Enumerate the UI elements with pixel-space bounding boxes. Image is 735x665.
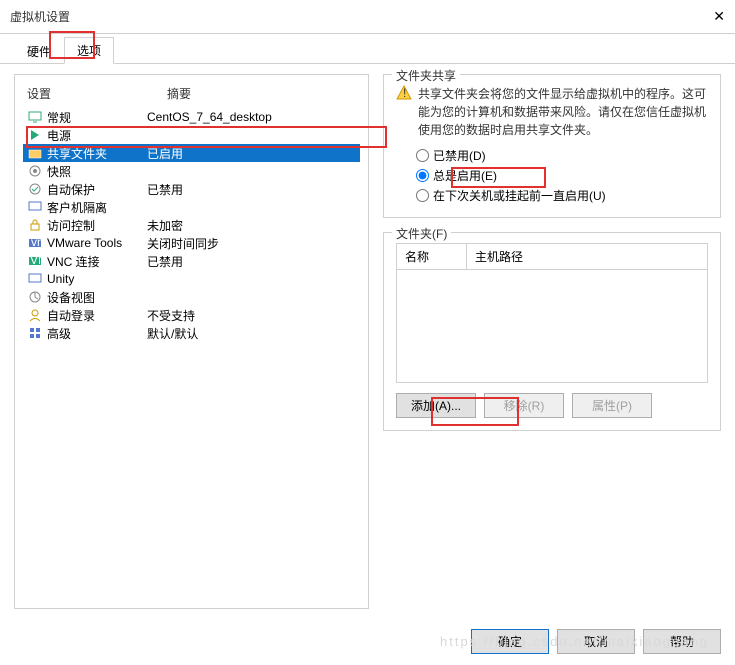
autologin-icon — [27, 307, 43, 323]
settings-list-pane: 设置 摘要 常规 CentOS_7_64_desktop 电源 共享文件夹 已启… — [14, 74, 369, 609]
unity-icon — [27, 271, 43, 287]
radio-until-poweroff[interactable]: 在下次关机或挂起前一直启用(U) — [416, 185, 708, 205]
item-label: VMware Tools — [47, 236, 122, 250]
column-summary: 摘要 — [167, 85, 191, 102]
list-item[interactable]: 自动保护 已禁用 — [23, 180, 360, 198]
item-label: 设备视图 — [47, 289, 95, 306]
item-label: 共享文件夹 — [47, 145, 107, 162]
item-summary: 已禁用 — [147, 253, 356, 270]
item-label: 电源 — [47, 127, 71, 144]
warning-icon: ! — [396, 85, 412, 101]
share-legend: 文件夹共享 — [392, 67, 460, 84]
item-summary: 已禁用 — [147, 181, 356, 198]
list-item[interactable]: 访问控制 未加密 — [23, 216, 360, 234]
autoprotect-icon — [27, 181, 43, 197]
monitor-icon — [27, 109, 43, 125]
item-label: VNC 连接 — [47, 253, 100, 270]
window-title: 虚拟机设置 — [10, 8, 70, 25]
item-label: 自动登录 — [47, 307, 95, 324]
radio-label: 总是启用(E) — [433, 167, 497, 184]
list-item[interactable]: 设备视图 — [23, 288, 360, 306]
item-label: 自动保护 — [47, 181, 95, 198]
folders-list[interactable]: 名称 主机路径 — [396, 243, 708, 383]
snapshot-icon — [27, 163, 43, 179]
radio-label: 已禁用(D) — [433, 147, 486, 164]
list-item[interactable]: 客户机隔离 — [23, 198, 360, 216]
list-item[interactable]: 常规 CentOS_7_64_desktop — [23, 108, 360, 126]
svg-text:VNC: VNC — [30, 253, 43, 267]
tab-hardware[interactable]: 硬件 — [14, 38, 64, 64]
item-label: 高级 — [47, 325, 71, 342]
item-summary: 未加密 — [147, 217, 356, 234]
item-summary: 不受支持 — [147, 307, 356, 324]
warning-text: 共享文件夹会将您的文件显示给虚拟机中的程序。这可能为您的计算机和数据带来风险。请… — [418, 85, 708, 139]
advanced-icon — [27, 325, 43, 341]
list-item[interactable]: VNC VNC 连接 已禁用 — [23, 252, 360, 270]
tab-options[interactable]: 选项 — [64, 37, 114, 64]
list-item[interactable]: 电源 — [23, 126, 360, 144]
item-summary: 关闭时间同步 — [147, 235, 356, 252]
access-control-icon — [27, 217, 43, 233]
folders-group: 文件夹(F) 名称 主机路径 添加(A)... 移除(R) 属性(P) — [383, 232, 721, 431]
folder-col-path[interactable]: 主机路径 — [467, 244, 707, 269]
item-summary: 已启用 — [147, 145, 356, 162]
item-summary: 默认/默认 — [147, 325, 356, 342]
properties-button: 属性(P) — [572, 393, 652, 418]
watermark: https://blog.csdn.net/maixiaoguang — [440, 634, 709, 649]
folder-sharing-group: 文件夹共享 ! 共享文件夹会将您的文件显示给虚拟机中的程序。这可能为您的计算机和… — [383, 74, 721, 218]
list-item-shared-folders[interactable]: 共享文件夹 已启用 — [23, 144, 360, 162]
radio-always-enabled[interactable]: 总是启用(E) — [416, 165, 708, 185]
remove-button: 移除(R) — [484, 393, 564, 418]
svg-text:!: ! — [403, 86, 406, 100]
item-label: 常规 — [47, 109, 71, 126]
item-summary: CentOS_7_64_desktop — [147, 110, 356, 124]
list-item[interactable]: 快照 — [23, 162, 360, 180]
folder-col-name[interactable]: 名称 — [397, 244, 467, 269]
add-button[interactable]: 添加(A)... — [396, 393, 476, 418]
radio-disabled[interactable]: 已禁用(D) — [416, 145, 708, 165]
list-item[interactable]: 自动登录 不受支持 — [23, 306, 360, 324]
svg-text:vm: vm — [31, 235, 43, 249]
list-item[interactable]: vm VMware Tools 关闭时间同步 — [23, 234, 360, 252]
folder-share-icon — [27, 145, 43, 161]
device-view-icon — [27, 289, 43, 305]
item-label: 访问控制 — [47, 217, 95, 234]
list-item[interactable]: Unity — [23, 270, 360, 288]
isolation-icon — [27, 199, 43, 215]
close-icon[interactable]: ✕ — [713, 8, 725, 25]
vmware-tools-icon: vm — [27, 235, 43, 251]
column-setting: 设置 — [27, 85, 167, 102]
vnc-icon: VNC — [27, 253, 43, 269]
item-label: 客户机隔离 — [47, 199, 107, 216]
item-label: Unity — [47, 272, 74, 286]
item-label: 快照 — [47, 163, 71, 180]
list-item[interactable]: 高级 默认/默认 — [23, 324, 360, 342]
folders-legend: 文件夹(F) — [392, 225, 451, 242]
radio-label: 在下次关机或挂起前一直启用(U) — [433, 187, 606, 204]
power-icon — [27, 127, 43, 143]
